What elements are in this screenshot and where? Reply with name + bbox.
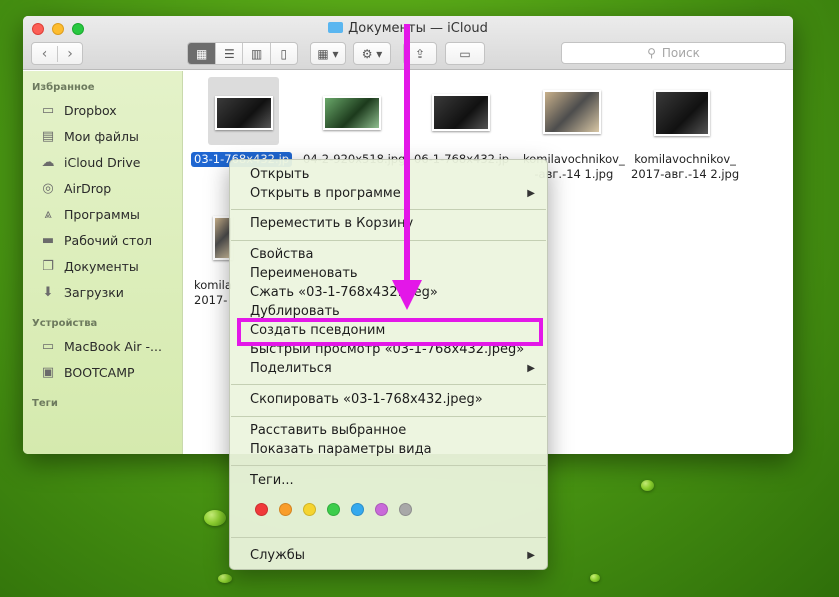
- menu-item-move-to-trash[interactable]: Переместить в Корзину: [250, 215, 413, 233]
- sidebar-item-airdrop[interactable]: ◎ AirDrop: [40, 178, 111, 198]
- context-menu: Открыть Открыть в программе ▶ Переместит…: [229, 159, 548, 570]
- sidebar: Избранное ▭ Dropbox ▤ Мои файлы ☁ iCloud Dr…: [23, 71, 183, 454]
- laptop-icon: ▭: [41, 338, 55, 354]
- file-thumbnail[interactable]: [215, 96, 273, 130]
- menu-item-share[interactable]: Поделиться: [250, 360, 332, 378]
- sidebar-item-applications[interactable]: ⩓ Программы: [40, 204, 140, 224]
- sidebar-item-icloud-drive[interactable]: ☁ iCloud Drive: [40, 152, 141, 172]
- file-thumbnail[interactable]: [543, 90, 601, 134]
- file-thumbnail[interactable]: [432, 94, 490, 131]
- menu-item-show-view-options[interactable]: Показать параметры вида: [250, 441, 432, 459]
- submenu-arrow-icon: ▶: [527, 550, 535, 561]
- submenu-arrow-icon: ▶: [527, 363, 535, 374]
- sidebar-item-bootcamp[interactable]: ▣ BOOTCAMP: [40, 362, 135, 382]
- folder-icon: ▭: [41, 102, 55, 118]
- menu-separator: [231, 537, 546, 538]
- tag-icon: ▭: [459, 46, 471, 61]
- wallpaper-droplet: [204, 510, 226, 526]
- airdrop-icon: ◎: [42, 180, 54, 196]
- share-icon: ⇪: [414, 46, 426, 61]
- tag-color-orange[interactable]: [279, 503, 292, 516]
- menu-item-services[interactable]: Службы: [250, 547, 305, 565]
- menu-item-clean-up-selection[interactable]: Расставить выбранное: [250, 422, 406, 440]
- sidebar-item-macbook[interactable]: ▭ MacBook Air -...: [40, 336, 162, 356]
- navigation-segment: ‹ ›: [31, 42, 83, 65]
- document-icon: ❐: [42, 258, 54, 274]
- search-input[interactable]: ⚲ Поиск: [561, 42, 786, 64]
- menu-item-rename[interactable]: Переименовать: [250, 265, 358, 283]
- forward-button[interactable]: ›: [56, 45, 82, 62]
- menu-separator: [231, 240, 546, 241]
- menu-separator: [231, 465, 546, 466]
- arrange-icon: ▦ ▾: [317, 46, 339, 61]
- file-name[interactable]: komilavochnikov_ 2017-авг.-14 2.jpg: [631, 152, 739, 182]
- menu-item-open[interactable]: Открыть: [250, 166, 309, 184]
- disk-icon: ▣: [41, 364, 55, 380]
- menu-separator: [231, 209, 546, 210]
- sidebar-item-my-files[interactable]: ▤ Мои файлы: [40, 126, 139, 146]
- wallpaper-droplet: [641, 480, 654, 491]
- menu-item-open-with[interactable]: Открыть в программе: [250, 185, 540, 203]
- desktop-icon: ▬: [41, 232, 55, 248]
- view-mode-segment: ▦ ☰ ▥ ▯: [187, 42, 298, 65]
- icon-view-icon[interactable]: ▦: [188, 43, 216, 64]
- gallery-view-icon[interactable]: ▯: [269, 43, 297, 64]
- wallpaper-droplet: [218, 574, 232, 583]
- sidebar-item-documents[interactable]: ❐ Документы: [40, 256, 139, 276]
- sidebar-section-devices: Устройства: [32, 318, 98, 329]
- annotation-arrow-head: [392, 280, 422, 310]
- tag-color-blue[interactable]: [351, 503, 364, 516]
- tag-color-red[interactable]: [255, 503, 268, 516]
- submenu-arrow-icon: ▶: [527, 188, 535, 199]
- tags-button[interactable]: ▭: [445, 42, 485, 65]
- menu-item-copy[interactable]: Скопировать «03-1-768x432.jpeg»: [250, 391, 483, 409]
- sidebar-item-desktop[interactable]: ▬ Рабочий стол: [40, 230, 152, 250]
- cloud-icon: ☁: [41, 154, 55, 170]
- tag-color-yellow[interactable]: [303, 503, 316, 516]
- back-button[interactable]: ‹: [32, 46, 57, 62]
- file-name[interactable]: komila 2017-: [194, 278, 232, 308]
- download-icon: ⬇: [42, 284, 54, 300]
- tag-color-purple[interactable]: [375, 503, 388, 516]
- file-thumbnail[interactable]: [323, 96, 381, 130]
- files-icon: ▤: [41, 128, 55, 144]
- menu-item-get-info[interactable]: Свойства: [250, 246, 314, 264]
- annotation-highlight-box: [237, 318, 543, 346]
- arrange-button[interactable]: ▦ ▾: [310, 42, 346, 65]
- tag-color-gray[interactable]: [399, 503, 412, 516]
- file-thumbnail[interactable]: [654, 90, 710, 136]
- wallpaper-droplet: [590, 574, 600, 582]
- menu-item-tags[interactable]: Теги...: [250, 472, 294, 490]
- tag-color-green[interactable]: [327, 503, 340, 516]
- column-view-icon[interactable]: ▥: [242, 43, 269, 64]
- sidebar-section-tags: Теги: [32, 398, 58, 409]
- annotation-arrow-shaft: [404, 24, 410, 286]
- sidebar-section-favorites: Избранное: [32, 82, 95, 93]
- menu-separator: [231, 416, 546, 417]
- apps-icon: ⩓: [44, 206, 52, 222]
- gear-icon: ⚙ ▾: [361, 46, 383, 61]
- action-button[interactable]: ⚙ ▾: [353, 42, 391, 65]
- list-view-icon[interactable]: ☰: [215, 43, 242, 64]
- sidebar-item-downloads[interactable]: ⬇ Загрузки: [40, 282, 124, 302]
- menu-separator: [231, 384, 546, 385]
- search-icon: ⚲: [647, 46, 656, 60]
- folder-icon: [328, 22, 344, 33]
- sidebar-item-dropbox[interactable]: ▭ Dropbox: [40, 100, 117, 120]
